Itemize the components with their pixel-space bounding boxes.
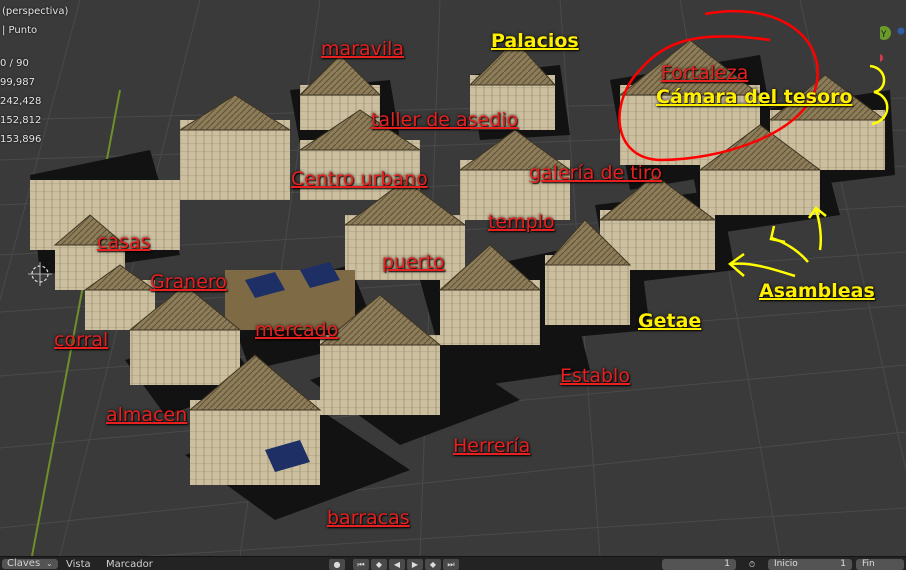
label-casas: casas [97, 231, 151, 253]
label-templo: templo [488, 211, 555, 233]
label-centro-urbano: Centro urbano [291, 168, 428, 190]
stat-faces: 152,812 [0, 115, 42, 126]
next-keyframe-icon[interactable]: ◆ [425, 559, 441, 570]
viewport-mode-label: | Punto [2, 25, 38, 36]
scene-statistics: 0 / 90 99,987 242,428 152,812 153,896 [0, 54, 41, 149]
label-mercado: mercado [255, 319, 339, 341]
stat-objects: 0 / 90 [0, 58, 29, 69]
label-barracas: barracas [327, 507, 410, 529]
3d-viewport[interactable]: (perspectiva) | Punto 0 / 90 99,987 242,… [0, 0, 906, 556]
marker-menu[interactable]: Marcador [106, 559, 153, 570]
record-icon[interactable]: ● [329, 559, 345, 570]
navigation-gizmo[interactable]: Y [875, 24, 906, 78]
jump-end-icon[interactable]: ⏭ [443, 559, 459, 570]
end-frame-field[interactable]: Fin [856, 559, 904, 570]
label-almacen: almacen [106, 404, 188, 426]
label-galeria-de-tiro: galería de tiro [529, 162, 662, 184]
start-frame-label: Inicio [774, 559, 798, 569]
view-menu[interactable]: Vista [66, 559, 91, 570]
timeline-bar: Claves ⌄ Vista Marcador ● ⏮ ◆ ◀ ▶ ◆ ⏭ 1 … [0, 556, 906, 570]
jump-start-icon[interactable]: ⏮ [353, 559, 369, 570]
start-frame-field[interactable]: Inicio 1 [768, 559, 852, 570]
label-corral: corral [54, 329, 109, 351]
chevron-down-icon: ⌄ [46, 559, 53, 568]
play-icon[interactable]: ▶ [407, 559, 423, 570]
label-establo: Establo [560, 365, 630, 387]
keys-menu-button[interactable]: Claves ⌄ [2, 558, 58, 569]
keys-menu-label: Claves [7, 558, 41, 569]
stopwatch-icon[interactable]: ⏱ [744, 559, 760, 570]
label-getae: Getae [638, 310, 702, 332]
label-fortaleza: Fortaleza [661, 62, 749, 84]
label-herreria: Herrería [453, 435, 531, 457]
label-taller-de-asedio: taller de asedio [371, 109, 519, 131]
svg-text:Y: Y [880, 30, 887, 40]
scene-canvas[interactable] [0, 0, 906, 556]
label-asambleas: Asambleas [759, 280, 875, 302]
start-frame-value: 1 [840, 559, 846, 569]
label-camara-del-tesoro: Cámara del tesoro [656, 86, 853, 108]
stat-vertices: 99,987 [0, 77, 35, 88]
current-frame-field[interactable]: 1 [662, 559, 736, 570]
label-granero: Granero [150, 271, 227, 293]
label-puerto: puerto [382, 251, 445, 273]
label-palacios: Palacios [491, 30, 579, 52]
stat-triangles: 153,896 [0, 134, 42, 145]
gizmo-x-axis-icon [875, 54, 883, 62]
label-maravila: maravila [321, 38, 405, 60]
end-frame-label: Fin [862, 559, 875, 569]
stat-edges: 242,428 [0, 96, 42, 107]
gizmo-z-axis-icon [897, 27, 905, 35]
prev-keyframe-icon[interactable]: ◆ [371, 559, 387, 570]
play-reverse-icon[interactable]: ◀ [389, 559, 405, 570]
viewport-perspective-label: (perspectiva) [2, 6, 69, 17]
